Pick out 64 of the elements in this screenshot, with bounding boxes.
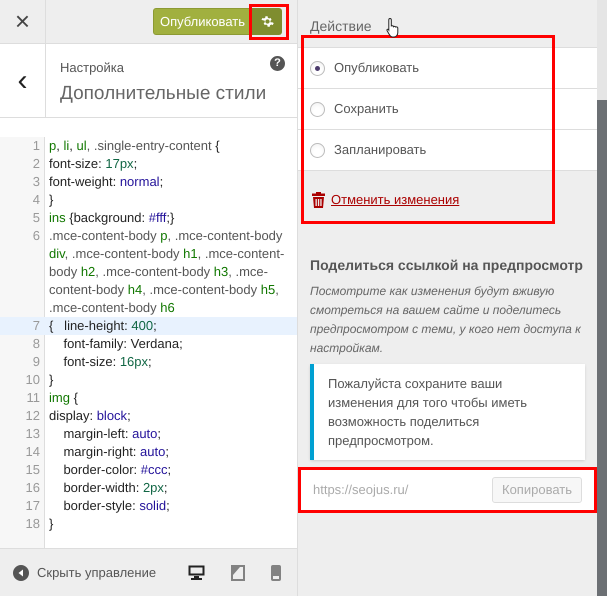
line-number: 9 — [32, 353, 41, 371]
code-line: font-family: Verdana; — [62, 335, 184, 353]
section-title: Дополнительные стили — [60, 82, 266, 106]
scrollbar-thumb[interactable] — [597, 100, 607, 596]
settings-button[interactable] — [252, 8, 282, 35]
radio-option[interactable]: Запланировать — [298, 130, 597, 171]
section-subtitle: Настройка — [60, 59, 124, 77]
share-description: Посмотрите как изменения будут вживую смотреться на вашем сайте и поделитесь предпросмотром с теми, у кого нет доступа к настройкам. — [309, 283, 582, 357]
help-button[interactable]: ? — [270, 56, 285, 71]
line-number: 8 — [32, 335, 41, 353]
code-line: font-weight: normal; — [48, 173, 164, 191]
code-line: } — [48, 371, 54, 389]
code-line: border-style: solid; — [62, 497, 171, 515]
code-line: margin-right: auto; — [62, 443, 170, 461]
line-number: 10 — [24, 371, 41, 389]
discard-changes-link[interactable]: Отменить изменения — [331, 190, 460, 210]
code-line: border-width: 2px; — [62, 479, 169, 497]
code-line: border-color: #ccc; — [62, 461, 172, 479]
code-line: p, li, ul, .single-entry-content { — [48, 137, 221, 155]
code-line: .mce-content-body p, .mce-content-body div, .mce-content-body h1, .mce-content-body h2, .mce-content-body h3, .mce-content-body h4, .mce-content-body h5, .mce-content-body h6 — [48, 227, 286, 317]
collapse-icon — [13, 564, 29, 580]
tablet-icon — [231, 564, 245, 580]
line-number: 15 — [24, 461, 41, 479]
desktop-icon — [188, 565, 205, 580]
hand-cursor-icon — [386, 17, 400, 39]
code-line: } — [48, 191, 54, 209]
mobile-icon — [271, 564, 281, 580]
action-heading: Действие — [310, 17, 372, 36]
line-number: 18 — [24, 515, 41, 533]
back-button[interactable]: ‹ — [0, 44, 46, 117]
code-line: font-size: 16px; — [62, 353, 153, 371]
line-number: 6 — [32, 227, 41, 245]
code-line: ins {background: #fff;} — [48, 209, 176, 227]
close-button[interactable]: × — [0, 0, 46, 44]
trash-icon — [312, 192, 325, 208]
line-number: 11 — [26, 389, 41, 407]
radio-button[interactable] — [310, 60, 325, 76]
line-number: 17 — [24, 497, 41, 515]
code-line: font-size: 17px; — [48, 155, 138, 173]
desktop-preview-button[interactable] — [186, 562, 207, 582]
line-number: 2 — [32, 155, 41, 173]
line-number: 4 — [32, 191, 41, 209]
mobile-preview-button[interactable] — [269, 562, 283, 582]
line-number: 13 — [24, 425, 41, 443]
radio-button[interactable] — [310, 142, 325, 158]
notice-text: Пожалуйста сохраните ваши изменения для того чтобы иметь возможность поделиться предпросмотром. — [328, 375, 528, 450]
radio-option[interactable]: Сохранить — [298, 89, 597, 130]
code-line: display: block; — [48, 407, 132, 425]
line-number: 3 — [32, 173, 41, 191]
code-line: } — [48, 515, 54, 533]
line-number: 16 — [24, 479, 41, 497]
line-number: 12 — [24, 407, 41, 425]
line-number: 14 — [24, 443, 41, 461]
line-number: 5 — [32, 209, 41, 227]
code-line: margin-left: auto; — [62, 425, 162, 443]
share-heading: Поделиться ссылкой на предпросмотр — [309, 256, 584, 275]
tablet-preview-button[interactable] — [229, 562, 247, 582]
settings-icon — [260, 15, 274, 28]
radio-option[interactable]: Опубликовать — [298, 48, 597, 89]
radio-button[interactable] — [310, 102, 325, 116]
line-number: 7 — [32, 317, 41, 335]
line-number: 1 — [32, 137, 41, 155]
code-line: { line-height: 400; — [48, 317, 158, 335]
code-line: img { — [48, 389, 79, 407]
